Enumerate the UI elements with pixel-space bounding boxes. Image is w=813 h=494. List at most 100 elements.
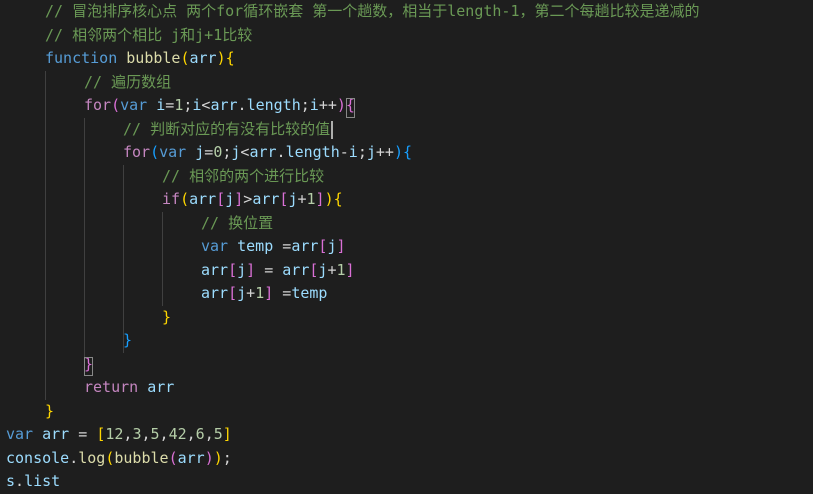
- code-token: arr: [177, 448, 205, 467]
- code-line[interactable]: return arr: [84, 376, 174, 400]
- code-token: // 判断对应的有没有比较的值: [123, 119, 331, 138]
- code-line[interactable]: // 相邻的两个进行比较: [162, 165, 324, 189]
- code-token: arr: [291, 237, 319, 255]
- code-token: for: [123, 143, 151, 161]
- code-token: .: [69, 448, 79, 467]
- code-token: arr: [201, 260, 229, 279]
- indent-guide: [84, 117, 85, 376]
- code-token: // 相邻两个相比 j和j+1比较: [45, 25, 253, 44]
- code-token: =: [273, 284, 292, 302]
- code-token: 1: [174, 96, 184, 114]
- code-token: ++: [375, 143, 394, 161]
- code-token: for: [84, 96, 112, 114]
- code-token: .: [237, 96, 247, 114]
- code-line[interactable]: // 相邻两个相比 j和j+1比较: [45, 24, 252, 48]
- code-token: 1: [255, 284, 265, 302]
- code-token: {: [225, 49, 235, 67]
- code-token: ,: [186, 425, 196, 443]
- code-token: // 遍历数组: [84, 72, 172, 91]
- code-token: {: [333, 190, 343, 208]
- code-line[interactable]: arr[j+1] =temp: [201, 282, 327, 306]
- code-line[interactable]: // 冒泡排序核心点 两个for循环嵌套 第一个趟数，相当于length-1，第…: [45, 0, 700, 24]
- code-token: ]: [234, 190, 244, 208]
- code-line[interactable]: var temp =arr[j]: [201, 235, 346, 259]
- code-token: 42: [168, 425, 187, 443]
- indent-guide: [123, 164, 124, 353]
- code-token: arr: [210, 96, 238, 114]
- code-token: var: [6, 425, 34, 443]
- code-token: var: [159, 143, 187, 161]
- text-cursor: [331, 120, 334, 139]
- code-token: 12: [105, 425, 124, 443]
- code-token: [: [96, 425, 106, 443]
- code-token: ): [393, 143, 403, 161]
- code-token: arr: [42, 425, 70, 443]
- code-token: ]: [222, 425, 232, 443]
- code-line[interactable]: for(var j=0;j<arr.length-i;j++){: [123, 141, 412, 165]
- code-token: (: [180, 190, 190, 208]
- code-token: j: [195, 143, 205, 161]
- code-token: console: [6, 448, 70, 467]
- code-token: ,: [204, 425, 214, 443]
- code-token: arr: [189, 190, 217, 208]
- code-token: i: [348, 143, 358, 161]
- code-token: if: [162, 190, 181, 208]
- code-token: .: [15, 472, 25, 490]
- code-token: arr: [201, 284, 229, 302]
- code-token: 6: [195, 425, 205, 443]
- code-token: -: [339, 143, 349, 161]
- code-line[interactable]: // 遍历数组: [84, 71, 171, 95]
- code-token: arr: [252, 190, 280, 208]
- code-token: (: [168, 448, 178, 467]
- code-token: 0: [213, 143, 223, 161]
- code-token: j: [366, 143, 376, 161]
- code-line[interactable]: console.log(bubble(arr));: [6, 447, 232, 471]
- code-line[interactable]: }: [162, 306, 171, 330]
- code-token: =: [273, 237, 292, 255]
- code-token: s: [6, 472, 16, 490]
- code-line[interactable]: // 换位置: [201, 212, 273, 236]
- code-token: bubble: [126, 49, 181, 67]
- code-token: [: [216, 190, 226, 208]
- code-token: ): [336, 96, 346, 114]
- code-token: temp: [291, 284, 328, 302]
- code-token: length: [246, 96, 301, 114]
- code-line[interactable]: }: [45, 400, 54, 424]
- code-line[interactable]: arr[j] = arr[j+1]: [201, 259, 355, 283]
- code-line[interactable]: function bubble(arr){: [45, 47, 235, 71]
- code-token: arr: [249, 143, 277, 161]
- code-token: =: [165, 96, 175, 114]
- code-token: var: [201, 237, 229, 255]
- code-token: i: [309, 96, 319, 114]
- code-token: (: [111, 96, 121, 114]
- code-token: =: [204, 143, 214, 161]
- code-token: 5: [150, 425, 160, 443]
- code-token: ,: [159, 425, 169, 443]
- code-token: >: [243, 190, 253, 208]
- code-token: ): [324, 190, 334, 208]
- code-line[interactable]: // 判断对应的有没有比较的值: [123, 118, 330, 142]
- code-token: =: [255, 260, 283, 279]
- code-token: var: [120, 96, 148, 114]
- code-line[interactable]: if(arr[j]>arr[j+1]){: [162, 188, 343, 212]
- code-editor[interactable]: // 冒泡排序核心点 两个for循环嵌套 第一个趟数，相当于length-1，第…: [0, 0, 813, 490]
- code-token: return: [84, 378, 139, 396]
- code-token: ]: [345, 260, 355, 279]
- code-token: .: [276, 143, 286, 161]
- code-line[interactable]: }: [123, 329, 132, 353]
- code-token: }: [162, 307, 172, 326]
- code-token: }: [123, 331, 133, 349]
- code-token: ): [213, 448, 223, 467]
- code-token: log: [78, 448, 106, 467]
- code-line[interactable]: var arr = [12,3,5,42,6,5]: [6, 423, 232, 447]
- code-token: =: [69, 425, 97, 443]
- code-token: [: [228, 284, 238, 302]
- code-line[interactable]: for(var i=1;i<arr.length;i++){: [84, 94, 355, 118]
- code-token: +: [297, 190, 307, 208]
